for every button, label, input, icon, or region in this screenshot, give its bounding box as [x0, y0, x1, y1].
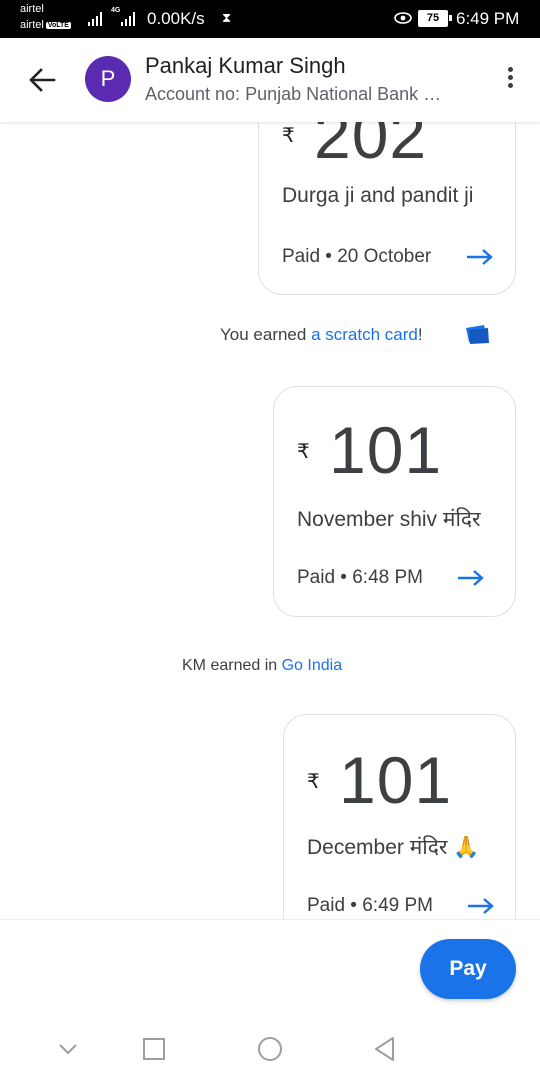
- payment-card[interactable]: ₹ 101 November shiv मंदिर Paid • 6:48 PM: [273, 386, 516, 617]
- bottom-action-bar: Pay: [0, 919, 540, 1014]
- nav-back-icon[interactable]: [370, 1034, 400, 1064]
- arrow-back-icon[interactable]: [24, 62, 60, 98]
- more-vert-icon[interactable]: [502, 64, 518, 94]
- payment-note: November shiv मंदिर: [297, 508, 481, 531]
- scratch-card-icon[interactable]: [463, 323, 491, 345]
- account-info: Account no: Punjab National Bank …: [145, 84, 442, 104]
- nav-collapse-icon[interactable]: [53, 1034, 83, 1064]
- carrier-label-1: airtel: [20, 3, 44, 15]
- contact-name[interactable]: Pankaj Kumar Singh: [145, 53, 346, 79]
- earned-message: KM earned in Go India: [182, 657, 343, 674]
- payment-status: Paid • 6:48 PM: [297, 567, 423, 588]
- battery-icon: 75: [418, 10, 452, 27]
- arrow-forward-icon[interactable]: [466, 897, 496, 915]
- signal-strength-icon: [88, 12, 104, 26]
- payment-note: Durga ji and pandit ji: [282, 184, 474, 207]
- payment-amount: 202: [314, 122, 428, 172]
- payment-amount: 101: [329, 413, 443, 487]
- status-time: 6:49 PM: [456, 9, 520, 28]
- nav-recents-icon[interactable]: [139, 1034, 169, 1064]
- app-header: P Pankaj Kumar Singh Account no: Punjab …: [0, 38, 540, 122]
- carrier-label-2: airtel VoLTE: [20, 19, 71, 31]
- currency-symbol: ₹: [307, 771, 320, 793]
- scratch-card-message: You earned a scratch card!: [220, 325, 423, 344]
- pay-button[interactable]: Pay: [420, 939, 516, 999]
- avatar[interactable]: P: [85, 56, 131, 102]
- payment-note: December मंदिर 🙏: [307, 836, 480, 859]
- go-india-link[interactable]: Go India: [282, 657, 342, 674]
- scratch-card-link[interactable]: a scratch card: [311, 325, 418, 344]
- payment-card[interactable]: ₹ 101 December मंदिर 🙏 Paid • 6:49 PM: [283, 714, 516, 919]
- status-bar: airtel airtel VoLTE 4G 0.00K/s ⧗ 75 6:49 …: [0, 0, 540, 38]
- payment-status: Paid • 6:49 PM: [307, 895, 433, 916]
- network-type-label: 4G: [111, 7, 121, 14]
- eye-comfort-icon: [394, 12, 412, 24]
- volte-badge: VoLTE: [45, 22, 71, 29]
- signal-strength-icon-2: [121, 12, 137, 26]
- hourglass-icon: ⧗: [222, 10, 232, 25]
- data-speed: 0.00K/s: [147, 9, 205, 28]
- payment-card[interactable]: ₹ 202 Durga ji and pandit ji Paid • 20 O…: [258, 122, 516, 295]
- arrow-forward-icon[interactable]: [456, 569, 486, 587]
- currency-symbol: ₹: [282, 125, 295, 147]
- arrow-forward-icon[interactable]: [465, 248, 495, 266]
- system-navigation-bar: [0, 1014, 540, 1080]
- nav-home-icon[interactable]: [255, 1034, 285, 1064]
- currency-symbol: ₹: [297, 441, 310, 463]
- payment-amount: 101: [339, 743, 453, 817]
- payment-status: Paid • 20 October: [282, 246, 432, 267]
- payment-history[interactable]: ₹ 202 Durga ji and pandit ji Paid • 20 O…: [0, 122, 540, 919]
